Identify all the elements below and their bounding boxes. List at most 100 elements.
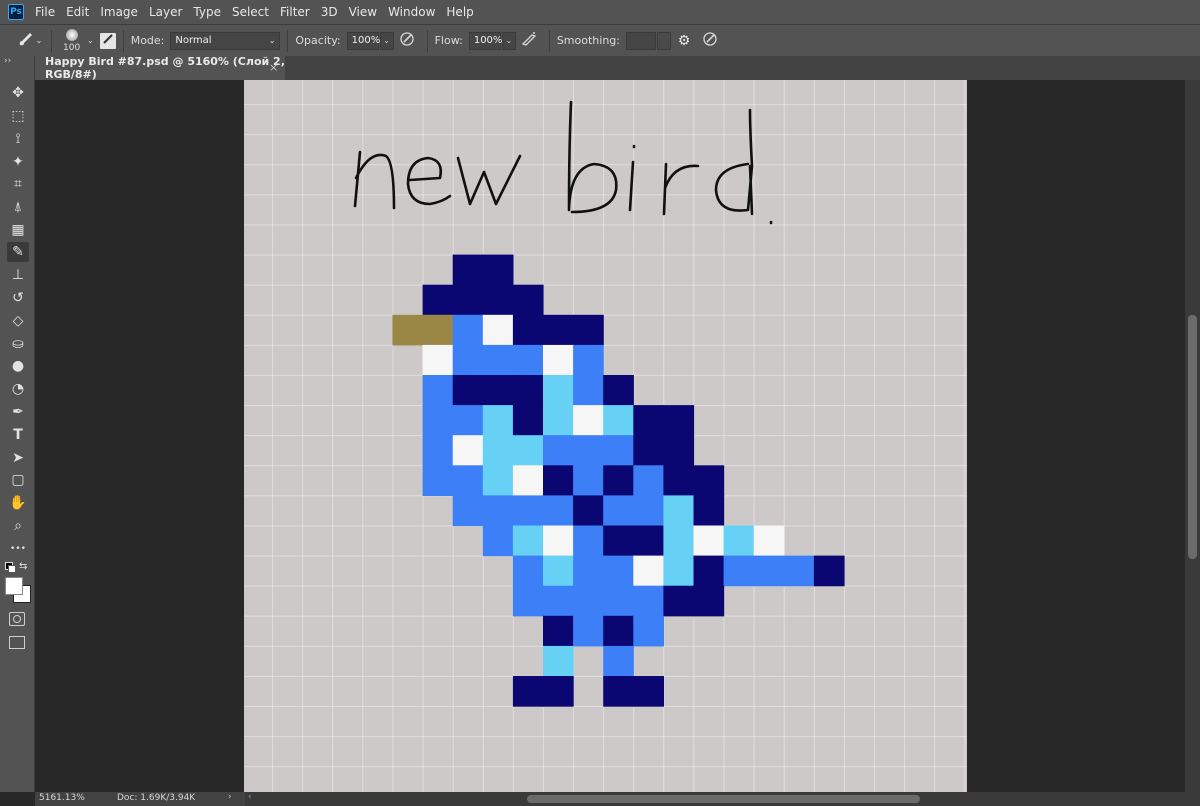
foreground-color-swatch[interactable] <box>5 577 23 595</box>
crop-tool[interactable]: ⌗ <box>7 174 29 194</box>
more-tools-tool[interactable]: ••• <box>7 539 29 559</box>
pressure-size-button[interactable] <box>697 30 723 51</box>
smoothing-input[interactable] <box>626 31 656 50</box>
eyedropper-tool[interactable]: ⍋ <box>7 197 29 217</box>
move-icon: ✥ <box>12 85 24 101</box>
document-canvas[interactable] <box>244 80 967 792</box>
history-brush-icon: ↺ <box>12 290 24 306</box>
more-tools-icon: ••• <box>10 544 26 554</box>
eyedropper-icon: ⍋ <box>13 199 23 215</box>
swap-colors-icon[interactable]: ⇆ <box>19 561 27 572</box>
menu-file[interactable]: File <box>35 5 55 19</box>
lasso-tool[interactable]: ⟟ <box>7 129 29 149</box>
separator <box>51 29 52 52</box>
smoothing-slider-toggle[interactable] <box>657 31 671 50</box>
chevron-down-icon: ⌄ <box>35 36 43 45</box>
brush-size-picker[interactable]: 100 <box>59 26 85 56</box>
blur-tool[interactable]: ● <box>7 356 29 376</box>
lasso-icon: ⟟ <box>15 131 21 147</box>
healing-brush-icon: ▦ <box>11 222 25 238</box>
separator <box>548 29 550 52</box>
close-icon[interactable]: × <box>269 61 278 74</box>
chevron-down-icon[interactable]: ⌄ <box>87 36 94 45</box>
paint-bucket-tool[interactable]: ⛀ <box>7 334 29 354</box>
hand-icon: ✋ <box>9 495 27 511</box>
rectangle-tool[interactable]: ▢ <box>7 470 29 490</box>
tool-preset-picker[interactable]: ⌄ <box>14 31 44 50</box>
dodge-tool[interactable]: ◔ <box>7 379 29 399</box>
opacity-slider-toggle[interactable]: ⌄ <box>379 31 394 50</box>
smoothing-label: Smoothing: <box>556 34 620 47</box>
paint-bucket-icon: ⛀ <box>12 336 24 352</box>
opacity-input[interactable]: 100% <box>346 31 380 50</box>
hand-tool[interactable]: ✋ <box>7 493 29 513</box>
mode-value: Normal <box>175 35 212 46</box>
move-tool[interactable]: ✥ <box>7 83 29 103</box>
pen-tool[interactable]: ✒ <box>7 402 29 422</box>
menu-3d[interactable]: 3D <box>321 5 338 19</box>
brush-tool[interactable]: ✎ <box>7 242 29 262</box>
flow-slider-toggle[interactable]: ⌄ <box>501 31 516 50</box>
menu-help[interactable]: Help <box>446 5 473 19</box>
quick-mask-icon[interactable] <box>9 612 25 626</box>
menu-window[interactable]: Window <box>388 5 435 19</box>
marquee-tool[interactable]: ⬚ <box>7 106 29 126</box>
menu-type[interactable]: Type <box>193 5 221 19</box>
type-tool[interactable]: T <box>7 425 29 445</box>
zoom-tool[interactable]: ⌕ <box>7 516 29 536</box>
clone-stamp-tool[interactable]: ⊥ <box>7 265 29 285</box>
chevron-down-icon: ⌄ <box>268 36 276 45</box>
photoshop-logo: Ps <box>8 4 24 20</box>
default-colors-icon[interactable] <box>5 562 16 573</box>
options-bar: ⌄ 100 ⌄ Mode: Normal ⌄ Opacity: 100% ⌄ F… <box>0 24 1200 56</box>
pressure-pen-icon <box>398 30 416 51</box>
menu-layer[interactable]: Layer <box>149 5 182 19</box>
menu-image[interactable]: Image <box>100 5 138 19</box>
mode-label: Mode: <box>130 34 165 47</box>
screen-mode-icon[interactable] <box>9 636 25 649</box>
menu-view[interactable]: View <box>349 5 377 19</box>
zoom-level[interactable]: 5161.13% <box>39 793 85 803</box>
canvas-area[interactable] <box>35 80 1185 792</box>
airbrush-icon <box>520 31 538 50</box>
brush-icon: ✎ <box>12 244 24 260</box>
horizontal-scroll-thumb[interactable] <box>527 795 920 803</box>
status-bar: 5161.13% Doc: 1.69K/3.94K › ‹ <box>35 792 1200 806</box>
vertical-scrollbar[interactable] <box>1185 80 1200 792</box>
separator <box>122 29 124 52</box>
handwritten-new-bird <box>353 100 773 225</box>
doc-size-info: Doc: 1.69K/3.94K <box>117 793 196 803</box>
panel-expand-toggle[interactable]: ›› <box>4 56 11 66</box>
blur-icon: ● <box>11 358 25 374</box>
eraser-tool[interactable]: ◇ <box>7 311 29 331</box>
pen-icon: ✒ <box>12 404 24 420</box>
path-selection-tool[interactable]: ➤ <box>7 448 29 468</box>
document-tab[interactable]: Happy Bird #87.psd @ 5160% (Слой 2, RGB/… <box>35 55 285 81</box>
vertical-scroll-thumb[interactable] <box>1188 315 1197 559</box>
marquee-icon: ⬚ <box>11 108 25 124</box>
dodge-icon: ◔ <box>11 381 25 397</box>
menu-edit[interactable]: Edit <box>66 5 89 19</box>
eraser-icon: ◇ <box>12 313 24 329</box>
flow-input[interactable]: 100% <box>468 31 502 50</box>
brush-size-value: 100 <box>63 42 81 53</box>
mode-select[interactable]: Normal ⌄ <box>170 31 281 50</box>
rectangle-icon: ▢ <box>11 472 25 488</box>
history-brush-tool[interactable]: ↺ <box>7 288 29 308</box>
crop-icon: ⌗ <box>14 176 22 192</box>
menu-select[interactable]: Select <box>232 5 269 19</box>
airbrush-button[interactable] <box>516 31 542 50</box>
chevron-left-icon[interactable]: ‹ <box>248 792 252 802</box>
smoothing-options-button[interactable]: ⚙ <box>671 33 697 49</box>
brush-settings-icon <box>102 33 114 48</box>
horizontal-scrollbar[interactable]: ‹ <box>245 792 1200 806</box>
status-menu-toggle[interactable]: › <box>228 792 232 802</box>
magic-wand-tool[interactable]: ✦ <box>7 152 29 172</box>
menu-filter[interactable]: Filter <box>280 5 310 19</box>
flow-label: Flow: <box>434 34 463 47</box>
brush-panel-toggle[interactable] <box>99 32 116 49</box>
zoom-icon: ⌕ <box>14 518 22 534</box>
pressure-opacity-button[interactable] <box>394 30 420 51</box>
healing-brush-tool[interactable]: ▦ <box>7 220 29 240</box>
type-icon: T <box>13 427 23 443</box>
